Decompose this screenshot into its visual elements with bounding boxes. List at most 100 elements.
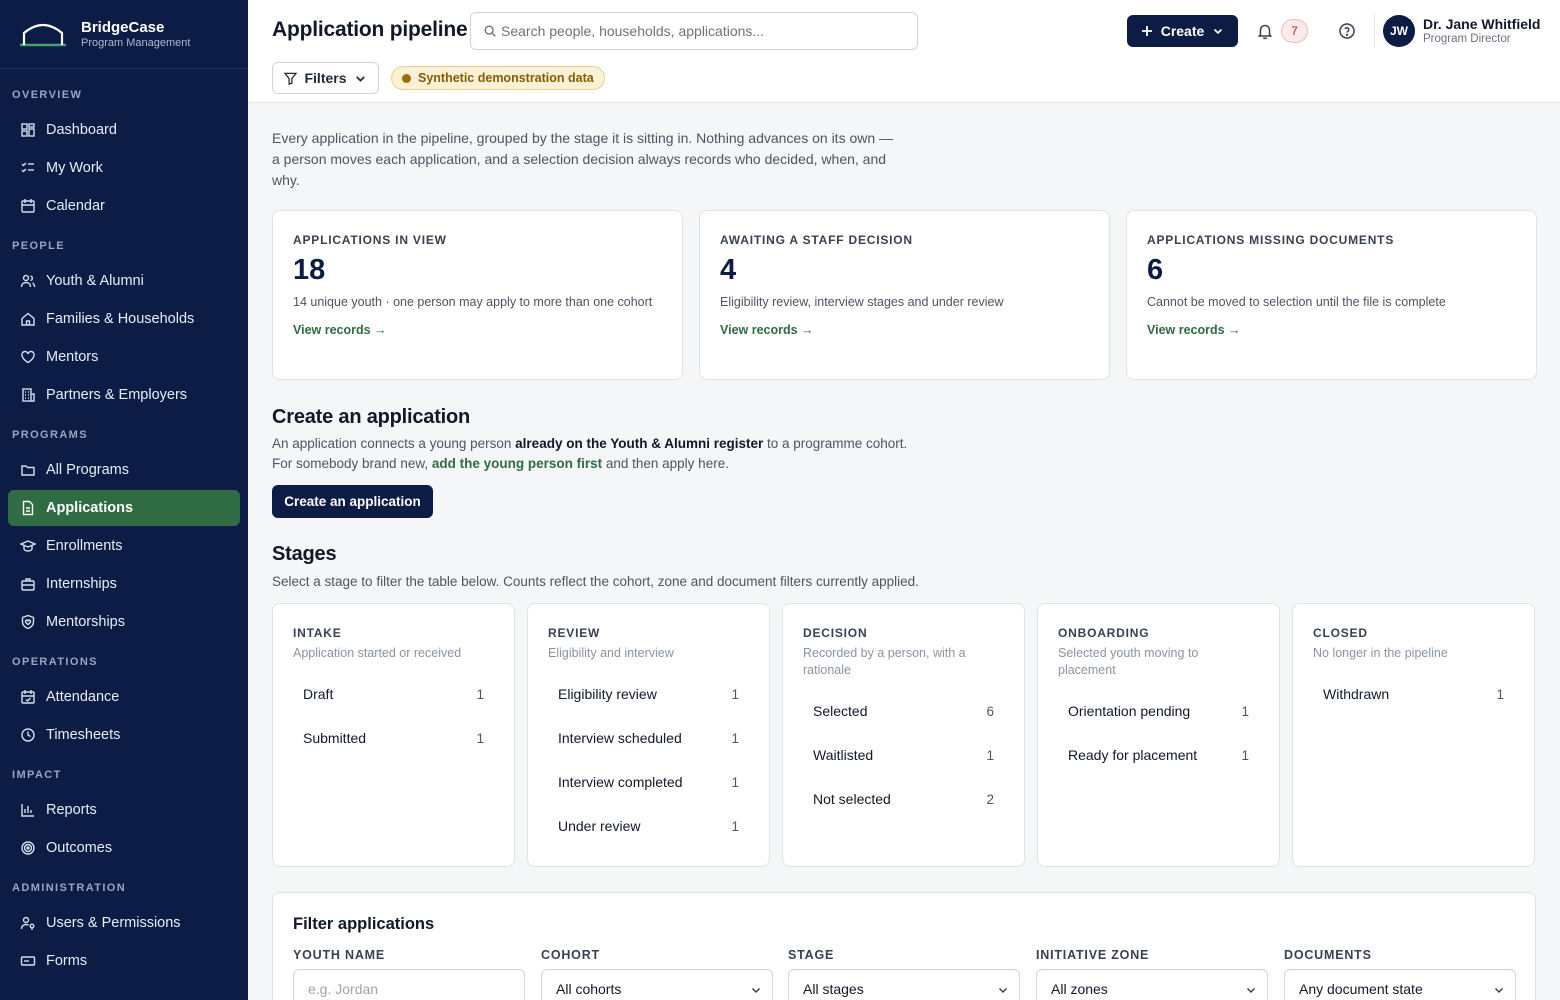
stat-value: 4 — [720, 254, 737, 286]
search-input[interactable]: Search people, households, applications.… — [470, 12, 918, 50]
filter-panel-title: Filter applications — [293, 915, 435, 933]
sidebar-item-enrollments[interactable]: Enrollments — [8, 528, 240, 564]
stage-row-label: Draft — [303, 686, 334, 702]
chevron-down-icon — [1494, 987, 1504, 994]
create-button[interactable]: Create — [1127, 15, 1238, 47]
stage-row-count: 1 — [476, 686, 484, 702]
add-young-person-link[interactable]: add the young person first — [432, 456, 602, 471]
bell-icon[interactable] — [1256, 22, 1274, 40]
plus-icon — [1141, 26, 1152, 36]
help-icon[interactable] — [1338, 22, 1356, 40]
grid-icon — [21, 123, 35, 137]
stage-row-label: Orientation pending — [1068, 703, 1191, 719]
stage-row-submitted[interactable]: Submitted 1 — [293, 716, 494, 760]
search-icon — [484, 25, 496, 37]
notification-count-badge[interactable]: 7 — [1281, 19, 1308, 43]
stage-description: Eligibility and interview — [548, 646, 674, 660]
stage-label: STAGE — [788, 948, 835, 962]
stage-row-draft[interactable]: Draft 1 — [293, 672, 494, 716]
calendar-check-icon — [21, 690, 35, 704]
sidebar-item-dashboard[interactable]: Dashboard — [8, 112, 240, 148]
stage-name: CLOSED — [1313, 626, 1368, 640]
user-name[interactable]: Dr. Jane Whitfield — [1423, 16, 1540, 32]
stage-row-count: 1 — [1241, 703, 1249, 719]
documents-select[interactable]: Any document state — [1284, 969, 1516, 1000]
stage-card-decision[interactable]: DECISION Recorded by a person, with a ra… — [782, 603, 1025, 867]
stat-value: 6 — [1147, 254, 1164, 286]
sidebar-item-forms[interactable]: Forms — [8, 943, 240, 979]
sidebar-item-calendar[interactable]: Calendar — [8, 188, 240, 224]
sidebar-item-mentorships[interactable]: Mentorships — [8, 604, 240, 640]
stage-card-review[interactable]: REVIEW Eligibility and interview Eligibi… — [527, 603, 770, 867]
text-segment: An application connects a young person — [272, 436, 516, 451]
sidebar-item-label: Calendar — [46, 198, 105, 214]
stat-label: APPLICATIONS IN VIEW — [293, 233, 447, 247]
sidebar-item-outcomes[interactable]: Outcomes — [8, 830, 240, 866]
sidebar-item-mentors[interactable]: Mentors — [8, 339, 240, 375]
stage-row-label: Waitlisted — [813, 747, 874, 763]
stage-row-under-review[interactable]: Under review 1 — [548, 804, 749, 848]
initiative-zone-label: INITIATIVE ZONE — [1036, 948, 1150, 962]
sidebar-item-all-programs[interactable]: All Programs — [8, 452, 240, 488]
brand[interactable]: BridgeCase Program Management — [0, 0, 248, 69]
building-icon — [22, 388, 35, 402]
sidebar-item-attendance[interactable]: Attendance — [8, 679, 240, 715]
youth-name-label: YOUTH NAME — [293, 948, 386, 962]
heart-icon — [21, 350, 35, 364]
stage-row-label: Ready for placement — [1068, 747, 1198, 763]
header-divider — [1374, 14, 1375, 48]
stage-row-count: 1 — [731, 818, 739, 834]
users-icon — [20, 274, 36, 288]
stage-row-selected[interactable]: Selected 6 — [803, 689, 1004, 733]
stage-card-onboarding[interactable]: ONBOARDING Selected youth moving to plac… — [1037, 603, 1280, 867]
stage-row-interview-completed[interactable]: Interview completed 1 — [548, 760, 749, 804]
stage-row-label: Under review — [558, 818, 641, 834]
view-records-link[interactable]: View records → — [293, 323, 387, 337]
stage-description: Application started or received — [293, 646, 462, 660]
sidebar-item-my-work[interactable]: My Work — [8, 150, 240, 186]
view-records-link[interactable]: View records → — [1147, 323, 1241, 337]
stage-row-label: Interview scheduled — [558, 730, 682, 746]
stage-card-intake[interactable]: INTAKE Application started or received D… — [272, 603, 515, 867]
stage-row-not-selected[interactable]: Not selected 2 — [803, 777, 1004, 821]
sidebar-item-applications[interactable]: Applications — [8, 490, 240, 526]
shield-heart-icon — [21, 614, 35, 630]
stage-select[interactable]: All stages — [788, 969, 1020, 1000]
stage-row-eligibility-review[interactable]: Eligibility review 1 — [548, 672, 749, 716]
sidebar-item-internships[interactable]: Internships — [8, 566, 240, 602]
stage-row-count: 1 — [476, 730, 484, 746]
stage-row-withdrawn[interactable]: Withdrawn 1 — [1313, 672, 1514, 716]
sidebar-item-users-permissions[interactable]: Users & Permissions — [8, 905, 240, 941]
stat-card-awaiting-decision: AWAITING A STAFF DECISION 4 Eligibility … — [699, 210, 1110, 380]
stage-row-label: Interview completed — [558, 774, 683, 790]
stage-row-ready-for-placement[interactable]: Ready for placement 1 — [1058, 733, 1259, 777]
youth-name-input[interactable]: e.g. Jordan — [293, 969, 525, 1000]
sidebar-item-label: Timesheets — [46, 727, 121, 743]
sidebar-item-reports[interactable]: Reports — [8, 792, 240, 828]
stat-description: 14 unique youth · one person may apply t… — [293, 295, 653, 309]
stat-card-missing-documents: APPLICATIONS MISSING DOCUMENTS 6 Cannot … — [1126, 210, 1537, 380]
stage-row-interview-scheduled[interactable]: Interview scheduled 1 — [548, 716, 749, 760]
filter-applications-panel: Filter applications YOUTH NAME e.g. Jord… — [272, 892, 1536, 1000]
stage-card-closed[interactable]: CLOSED No longer in the pipeline Withdra… — [1292, 603, 1535, 867]
sidebar-item-partners-employers[interactable]: Partners & Employers — [8, 377, 240, 413]
stage-row-orientation-pending[interactable]: Orientation pending 1 — [1058, 689, 1259, 733]
sidebar-item-label: Attendance — [46, 689, 120, 705]
stat-label: AWAITING A STAFF DECISION — [720, 233, 913, 247]
initiative-zone-select[interactable]: All zones — [1036, 969, 1268, 1000]
view-records-link[interactable]: View records → — [720, 323, 814, 337]
sidebar-item-timesheets[interactable]: Timesheets — [8, 717, 240, 753]
avatar[interactable]: JW — [1383, 15, 1415, 47]
stage-row-count: 1 — [731, 686, 739, 702]
cohort-select[interactable]: All cohorts — [541, 969, 773, 1000]
filter-icon — [284, 72, 298, 85]
cohort-value: All cohorts — [556, 981, 622, 997]
filters-button[interactable]: Filters — [272, 62, 379, 94]
create-section-title: Create an application — [272, 406, 471, 428]
sidebar-item-families-households[interactable]: Families & Households — [8, 301, 240, 337]
create-application-button[interactable]: Create an application — [272, 485, 433, 518]
stat-card-applications-in-view: APPLICATIONS IN VIEW 18 14 unique youth … — [272, 210, 683, 380]
target-icon — [21, 841, 35, 855]
stage-row-waitlisted[interactable]: Waitlisted 1 — [803, 733, 1004, 777]
sidebar-item-youth-alumni[interactable]: Youth & Alumni — [8, 263, 240, 299]
